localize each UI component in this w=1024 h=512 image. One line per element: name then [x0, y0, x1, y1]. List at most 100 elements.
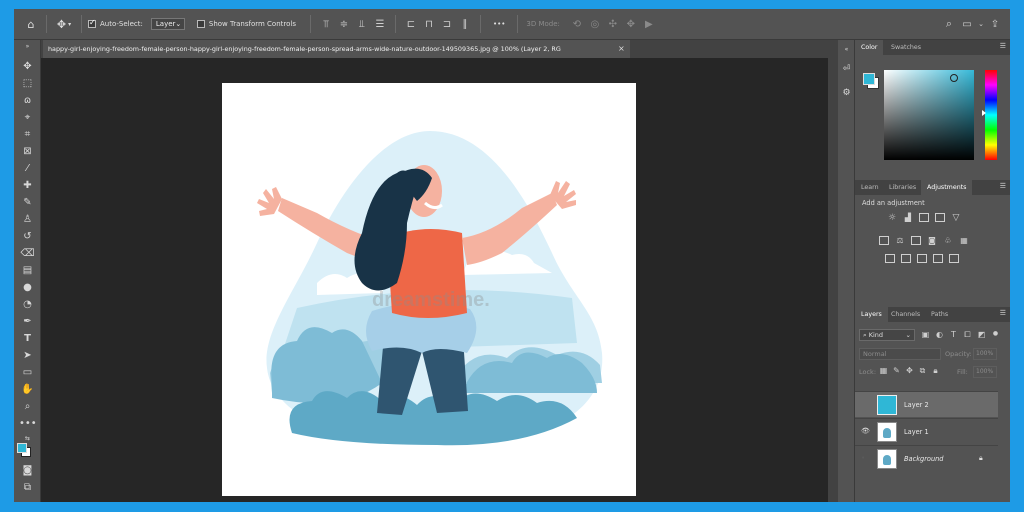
- share-icon[interactable]: ⇪: [986, 19, 1004, 30]
- hue-saturation-icon[interactable]: [879, 236, 889, 245]
- tab-paths[interactable]: Paths: [925, 307, 954, 322]
- photo-filter-icon[interactable]: ◙: [927, 236, 937, 245]
- search-icon[interactable]: ⌕: [940, 17, 958, 31]
- properties-panel-icon[interactable]: ⚙: [840, 88, 853, 101]
- invert-icon[interactable]: [885, 254, 895, 263]
- gradient-map-icon[interactable]: [933, 254, 943, 263]
- color-balance-icon[interactable]: ⚖: [895, 236, 905, 245]
- type-filter-icon[interactable]: T: [949, 330, 958, 340]
- roll-3d-icon[interactable]: ◎: [586, 19, 604, 30]
- rectangle-tool-icon[interactable]: ▭: [19, 366, 36, 380]
- panel-menu-icon[interactable]: ☰: [1000, 182, 1006, 190]
- smart-object-filter-icon[interactable]: ◩: [977, 330, 986, 340]
- stamp-tool-icon[interactable]: ♙: [19, 213, 36, 227]
- crop-tool-icon[interactable]: ⌗: [19, 128, 36, 142]
- document-canvas[interactable]: dreamstime.: [222, 83, 636, 496]
- eye-icon[interactable]: 👁︎: [861, 427, 870, 435]
- lock-artboard-icon[interactable]: ⧉: [918, 366, 927, 376]
- lock-all-icon[interactable]: 🔒︎: [931, 366, 940, 376]
- visibility-toggle-off[interactable]: •: [861, 400, 865, 408]
- align-vertical-center-icon[interactable]: ≑: [335, 19, 353, 30]
- lock-position-icon[interactable]: ✥: [905, 366, 914, 376]
- curves-icon[interactable]: [919, 213, 929, 222]
- align-top-icon[interactable]: ⫪: [317, 19, 335, 30]
- visibility-toggle-off[interactable]: •: [861, 454, 865, 462]
- tab-learn[interactable]: Learn: [855, 180, 885, 195]
- slide-3d-icon[interactable]: ✥: [622, 19, 640, 30]
- marquee-tool-icon[interactable]: ⬚: [19, 77, 36, 91]
- threshold-icon[interactable]: [917, 254, 927, 263]
- path-selection-tool-icon[interactable]: ➤: [19, 349, 36, 363]
- levels-icon[interactable]: ▟: [903, 213, 913, 223]
- lock-image-icon[interactable]: ✎: [892, 366, 901, 376]
- layer-row-layer-2[interactable]: • Layer 2: [855, 391, 998, 417]
- panel-collapse-icon[interactable]: «: [840, 46, 853, 59]
- hue-slider-handle[interactable]: [982, 110, 986, 116]
- saturation-brightness-picker[interactable]: [884, 70, 974, 160]
- eyedropper-tool-icon[interactable]: ⁄: [19, 162, 36, 176]
- chevron-down-icon[interactable]: ⌄: [976, 20, 986, 28]
- tab-layers[interactable]: Layers: [855, 307, 888, 322]
- lock-transparent-icon[interactable]: ▦: [879, 366, 888, 376]
- hue-slider[interactable]: [982, 70, 997, 160]
- layer-row-background[interactable]: • Background 🔒︎: [855, 445, 998, 471]
- align-bottom-icon[interactable]: ⫫: [353, 19, 371, 30]
- pen-tool-icon[interactable]: ✒: [19, 315, 36, 329]
- adjustment-filter-icon[interactable]: ◐: [935, 330, 944, 340]
- color-lookup-icon[interactable]: ▦: [959, 236, 969, 245]
- screen-mode-icon[interactable]: ⧉: [19, 481, 36, 495]
- auto-select-target-dropdown[interactable]: Layer ⌄: [150, 18, 185, 30]
- home-icon[interactable]: ⌂: [22, 14, 40, 34]
- panel-menu-icon[interactable]: ☰: [1000, 42, 1006, 50]
- color-picker-handle[interactable]: [950, 74, 958, 82]
- tab-color[interactable]: Color: [855, 40, 884, 55]
- black-white-icon[interactable]: [911, 236, 921, 245]
- layer-row-layer-1[interactable]: 👁︎ Layer 1: [855, 418, 998, 444]
- tab-adjustments[interactable]: Adjustments: [921, 180, 973, 195]
- lasso-tool-icon[interactable]: ɷ: [19, 94, 36, 108]
- history-brush-tool-icon[interactable]: ↺: [19, 230, 36, 244]
- document-tab[interactable]: happy-girl-enjoying-freedom-female-perso…: [43, 40, 630, 58]
- hand-tool-icon[interactable]: ✋: [19, 383, 36, 397]
- pixel-filter-icon[interactable]: ▣: [921, 330, 930, 340]
- frame-tool-icon[interactable]: ⊠: [19, 145, 36, 159]
- orbit-3d-icon[interactable]: ⟲: [568, 19, 586, 30]
- workspace-icon[interactable]: ▭: [958, 19, 976, 30]
- move-tool-icon[interactable]: ✥ ▾: [53, 14, 75, 34]
- gradient-tool-icon[interactable]: ▤: [19, 264, 36, 278]
- more-tools-icon[interactable]: •••: [19, 417, 37, 431]
- quick-mask-icon[interactable]: ◙: [19, 464, 36, 478]
- opacity-field[interactable]: 100%: [973, 348, 997, 360]
- toolbar-collapse-icon[interactable]: »: [19, 44, 36, 58]
- brightness-contrast-icon[interactable]: ☼: [887, 213, 897, 223]
- foreground-color-swatch[interactable]: [863, 73, 875, 85]
- distribute-horizontal-icon[interactable]: ∥: [456, 19, 474, 30]
- align-horizontal-center-icon[interactable]: ⊓: [420, 19, 438, 30]
- foreground-color-swatch[interactable]: [17, 443, 27, 453]
- pan-3d-icon[interactable]: ✣: [604, 19, 622, 30]
- close-icon[interactable]: ×: [618, 40, 625, 58]
- quick-select-tool-icon[interactable]: ⌖: [19, 111, 36, 125]
- panel-menu-icon[interactable]: ☰: [1000, 309, 1006, 317]
- selective-color-icon[interactable]: [949, 254, 959, 263]
- zoom-tool-icon[interactable]: ⌕: [19, 400, 36, 414]
- brush-tool-icon[interactable]: ✎: [19, 196, 36, 210]
- scale-3d-icon[interactable]: ▶: [640, 19, 658, 30]
- history-panel-icon[interactable]: ⏎: [840, 64, 853, 77]
- tab-libraries[interactable]: Libraries: [883, 180, 922, 195]
- move-tool-icon[interactable]: ✥: [19, 60, 36, 74]
- align-left-icon[interactable]: ⊏: [402, 19, 420, 30]
- blur-tool-icon[interactable]: ●: [19, 281, 36, 295]
- vertical-scrollbar[interactable]: [828, 40, 838, 502]
- canvas-workspace[interactable]: dreamstime.: [41, 58, 828, 502]
- blend-mode-dropdown[interactable]: Normal: [859, 348, 941, 360]
- posterize-icon[interactable]: [901, 254, 911, 263]
- filter-toggle-icon[interactable]: ●: [991, 330, 1000, 340]
- exposure-icon[interactable]: [935, 213, 945, 222]
- eraser-tool-icon[interactable]: ⌫: [19, 247, 36, 261]
- dodge-tool-icon[interactable]: ◔: [19, 298, 36, 312]
- vibrance-icon[interactable]: ▽: [951, 213, 961, 223]
- fill-field[interactable]: 100%: [973, 366, 997, 378]
- channel-mixer-icon[interactable]: ♧: [943, 236, 953, 245]
- tab-channels[interactable]: Channels: [885, 307, 926, 322]
